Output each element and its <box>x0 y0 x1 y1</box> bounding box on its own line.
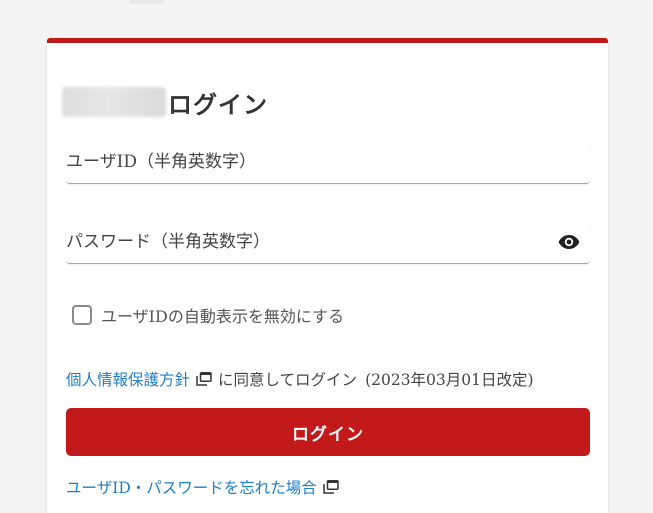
external-window-icon <box>196 372 212 386</box>
eye-icon <box>558 235 580 249</box>
password-field <box>66 221 590 264</box>
forgot-credentials-link[interactable]: ユーザID・パスワードを忘れた場合 <box>66 476 317 498</box>
privacy-policy-row: 個人情報保護方針 に同意してログイン (2023年03月01日改定) <box>66 367 534 391</box>
show-password-button[interactable] <box>558 233 580 251</box>
password-input[interactable] <box>66 221 546 263</box>
policy-revised-date: (2023年03月01日改定) <box>365 371 534 389</box>
login-card: ログイン ユーザIDの自動表示を無効にする 個人情報保護方針 に同意してログイン… <box>47 38 608 513</box>
blurred-brand-logo <box>62 87 166 117</box>
forgot-credentials-row: ユーザID・パスワードを忘れた場合 <box>66 475 345 499</box>
userid-field <box>66 141 590 184</box>
privacy-policy-link[interactable]: 個人情報保護方針 <box>66 368 190 390</box>
disable-autofill-checkbox[interactable] <box>72 305 92 325</box>
disable-autofill-label: ユーザIDの自動表示を無効にする <box>101 307 344 326</box>
disable-autofill-option[interactable]: ユーザIDの自動表示を無効にする <box>72 301 344 329</box>
external-window-icon <box>323 480 339 494</box>
agree-text: に同意してログイン <box>218 371 358 389</box>
userid-input[interactable] <box>66 141 546 183</box>
page-title-text: ログイン <box>168 89 268 119</box>
login-button[interactable]: ログイン <box>66 408 590 456</box>
top-tab-stub <box>130 0 164 4</box>
page-title: ログイン <box>62 85 268 119</box>
